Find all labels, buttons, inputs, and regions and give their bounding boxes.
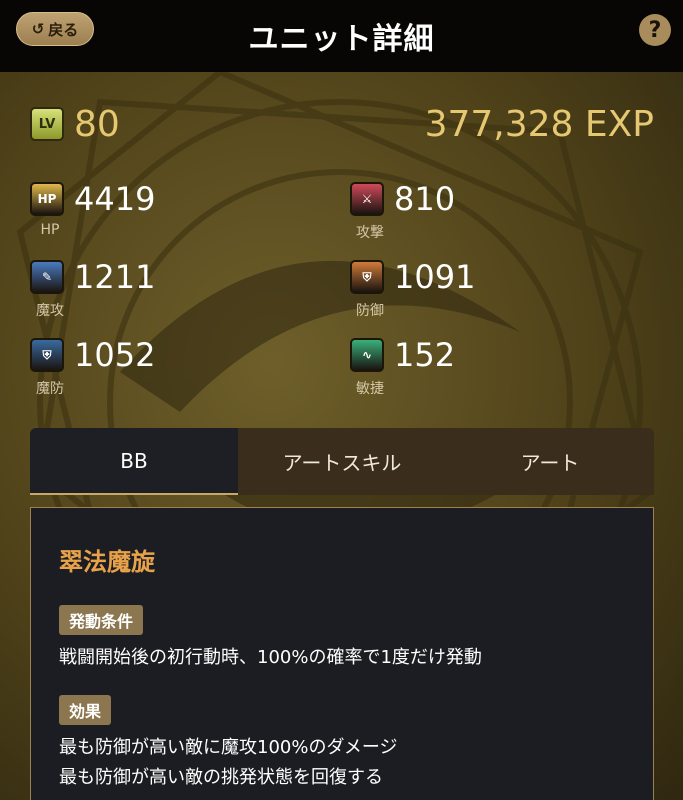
condition-tag: 発動条件	[59, 605, 144, 635]
exp-value: 377,328 EXP	[424, 103, 654, 145]
stat-magic-defense: ⛨ 魔防 1052	[30, 336, 290, 408]
skill-name: 翠法魔旋	[59, 548, 155, 576]
stat-value: 4419	[74, 180, 156, 218]
help-icon[interactable]: ?	[639, 14, 671, 46]
effect-line: 最も防御が高い敵に魔攻100%のダメージ	[59, 737, 398, 758]
tab-bb[interactable]: BB	[30, 428, 238, 495]
stat-magic-attack: ✎ 魔攻 1211	[30, 258, 290, 330]
stat-label: HP	[40, 222, 60, 238]
stat-agility: ∿ 敏捷 152	[350, 336, 610, 408]
back-label: 戻る	[48, 20, 79, 39]
back-arrow-icon: ↺	[31, 20, 45, 38]
stat-value: 1091	[394, 258, 476, 296]
effect-tag: 効果	[59, 695, 112, 725]
stat-label: 攻撃	[356, 225, 384, 241]
effect-line: 最も防御が高い敵の挑発状態を回復する	[59, 767, 383, 788]
stat-attack: ⚔ 攻撃 810	[350, 180, 610, 252]
stat-value: 810	[394, 180, 456, 218]
stat-label: 防御	[356, 303, 384, 319]
stat-label: 敏捷	[356, 381, 384, 397]
level-row: LV 80 377,328 EXP	[30, 102, 654, 146]
stat-label: 魔攻	[36, 303, 64, 319]
skill-panel: 翠法魔旋 発動条件 戦闘開始後の初行動時、100%の確率で1度だけ発動 効果 最…	[30, 507, 654, 800]
magic-shield-icon: ⛨	[30, 338, 64, 372]
stat-label: 魔防	[36, 381, 64, 397]
skill-tabs: BB アートスキル アート	[30, 428, 654, 495]
back-button[interactable]: ↺ 戻る	[16, 12, 94, 46]
page-title: ユニット詳細	[248, 22, 435, 57]
hp-icon: HP	[30, 182, 64, 216]
tab-art-skill[interactable]: アートスキル	[238, 428, 446, 495]
wand-icon: ✎	[30, 260, 64, 294]
stat-value: 1211	[74, 258, 156, 296]
level-icon: LV	[30, 107, 64, 141]
stat-value: 152	[394, 336, 456, 374]
level-value: 80	[74, 103, 120, 145]
stat-defense: ⛨ 防御 1091	[350, 258, 610, 330]
stat-value: 1052	[74, 336, 156, 374]
header-bar: ↺ 戻る ユニット詳細 ?	[0, 0, 683, 72]
effect-list: 最も防御が高い敵に魔攻100%のダメージ 最も防御が高い敵の挑発状態を回復する	[59, 733, 625, 793]
shield-icon: ⛨	[350, 260, 384, 294]
stat-hp: HP HP 4419	[30, 180, 290, 252]
tab-art[interactable]: アート	[446, 428, 654, 495]
sword-icon: ⚔	[350, 182, 384, 216]
condition-text: 戦闘開始後の初行動時、100%の確率で1度だけ発動	[59, 647, 482, 668]
wind-icon: ∿	[350, 338, 384, 372]
